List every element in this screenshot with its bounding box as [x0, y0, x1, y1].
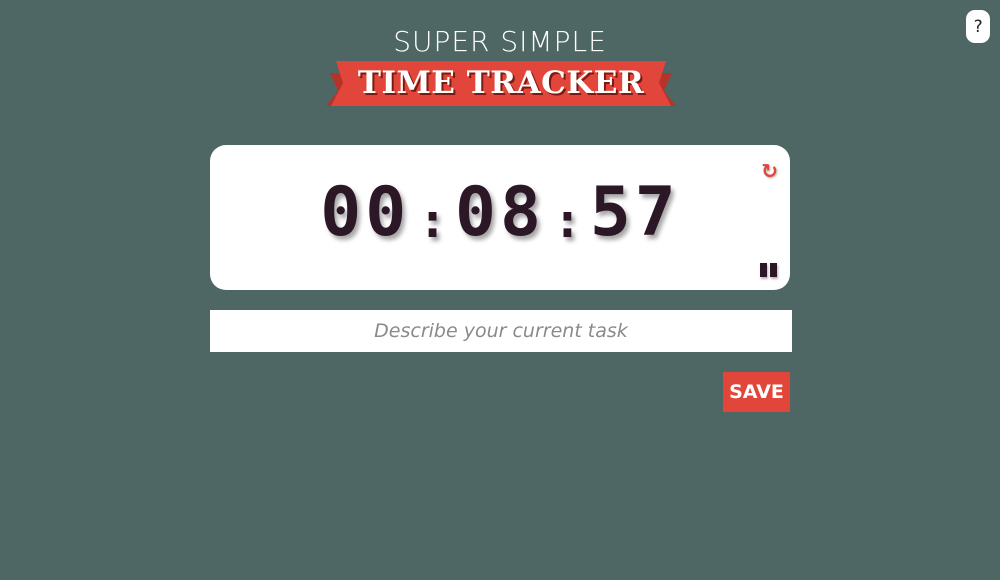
timer-minutes: 08	[455, 173, 545, 252]
title-ribbon: TIME TRACKER	[326, 61, 676, 106]
app-subtitle: SUPER SIMPLE	[393, 25, 607, 58]
app-header: SUPER SIMPLE	[0, 22, 1000, 62]
save-button[interactable]: SAVE	[723, 372, 790, 412]
timer-card: 00:08:57 ↻	[210, 145, 790, 290]
time-tracker-app: ? SUPER SIMPLE TIME TRACKER 00:08:57 ↻ S…	[0, 0, 1000, 580]
task-description-input[interactable]	[210, 310, 792, 352]
timer-separator: :	[418, 192, 448, 249]
reset-icon[interactable]: ↻	[761, 159, 778, 183]
timer-seconds: 57	[589, 173, 680, 252]
pause-icon[interactable]	[760, 263, 778, 277]
timer-separator: :	[552, 192, 582, 249]
timer-hours: 00	[320, 173, 411, 252]
timer-display: 00:08:57	[210, 173, 790, 252]
app-title: TIME TRACKER	[357, 65, 645, 101]
